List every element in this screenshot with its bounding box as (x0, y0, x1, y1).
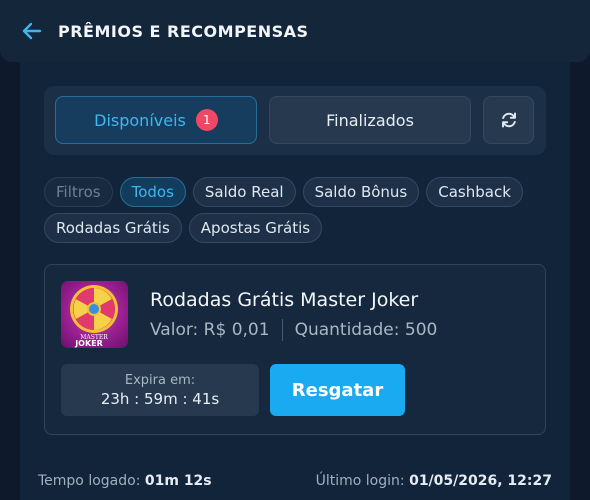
session-time-label: Tempo logado: (38, 473, 141, 489)
session-time: Tempo logado: 01m 12s (38, 473, 212, 489)
tab-finished[interactable]: Finalizados (269, 96, 471, 144)
last-login-value: 01/05/2026, 12:27 (409, 473, 552, 489)
tab-available[interactable]: Disponíveis 1 (55, 96, 257, 144)
expire-box: Expira em: 23h : 59m : 41s (61, 364, 259, 416)
filter-chip-saldo-real[interactable]: Saldo Real (192, 177, 296, 207)
page-title: PRÊMIOS E RECOMPENSAS (58, 21, 309, 41)
filter-chip-saldo-bonus[interactable]: Saldo Bônus (302, 177, 420, 207)
reward-quantity: Quantidade: 500 (294, 320, 438, 340)
logo-text-line2: JOKER (74, 339, 103, 348)
claim-button[interactable]: Resgatar (270, 364, 405, 416)
reward-meta: Valor: R$ 0,01 Quantidade: 500 (150, 319, 437, 341)
expire-label: Expira em: (124, 372, 196, 388)
filter-chip-cashback[interactable]: Cashback (426, 177, 523, 207)
reward-image: MASTER JOKER (61, 281, 128, 348)
expire-countdown: 23h : 59m : 41s (100, 389, 220, 408)
reward-card: MASTER JOKER Rodadas Grátis Master Joker… (44, 264, 546, 435)
filter-chips: Filtros Todos Saldo Real Saldo Bônus Cas… (44, 177, 546, 249)
tabs-bar: Disponíveis 1 Finalizados (44, 86, 546, 155)
header-bar: PRÊMIOS E RECOMPENSAS (0, 0, 590, 62)
filter-chip-rodadas-gratis[interactable]: Rodadas Grátis (44, 213, 182, 243)
filters-label: Filtros (44, 177, 113, 207)
last-login-label: Último login: (315, 473, 405, 489)
session-time-value: 01m 12s (144, 473, 212, 489)
tab-available-label: Disponíveis (94, 110, 186, 130)
refresh-button[interactable] (483, 96, 534, 144)
arrow-left-icon (22, 22, 42, 40)
prize-wheel-icon: MASTER JOKER (70, 285, 118, 348)
rewards-panel: Disponíveis 1 Finalizados Filtros Todos … (20, 62, 570, 500)
count-badge: 1 (195, 109, 218, 131)
refresh-icon (501, 112, 516, 128)
tab-finished-label: Finalizados (326, 110, 414, 130)
reward-value: Valor: R$ 0,01 (150, 320, 270, 340)
last-login: Último login: 01/05/2026, 12:27 (316, 473, 552, 489)
meta-divider (281, 319, 283, 341)
filter-chip-todos[interactable]: Todos (119, 177, 186, 207)
filter-chip-apostas-gratis[interactable]: Apostas Grátis (188, 213, 323, 243)
back-button[interactable] (20, 19, 44, 43)
rewards-page: PRÊMIOS E RECOMPENSAS Disponíveis 1 Fina… (0, 0, 590, 500)
reward-title: Rodadas Grátis Master Joker (150, 289, 419, 311)
session-footer: Tempo logado: 01m 12s Último login: 01/0… (0, 462, 590, 500)
